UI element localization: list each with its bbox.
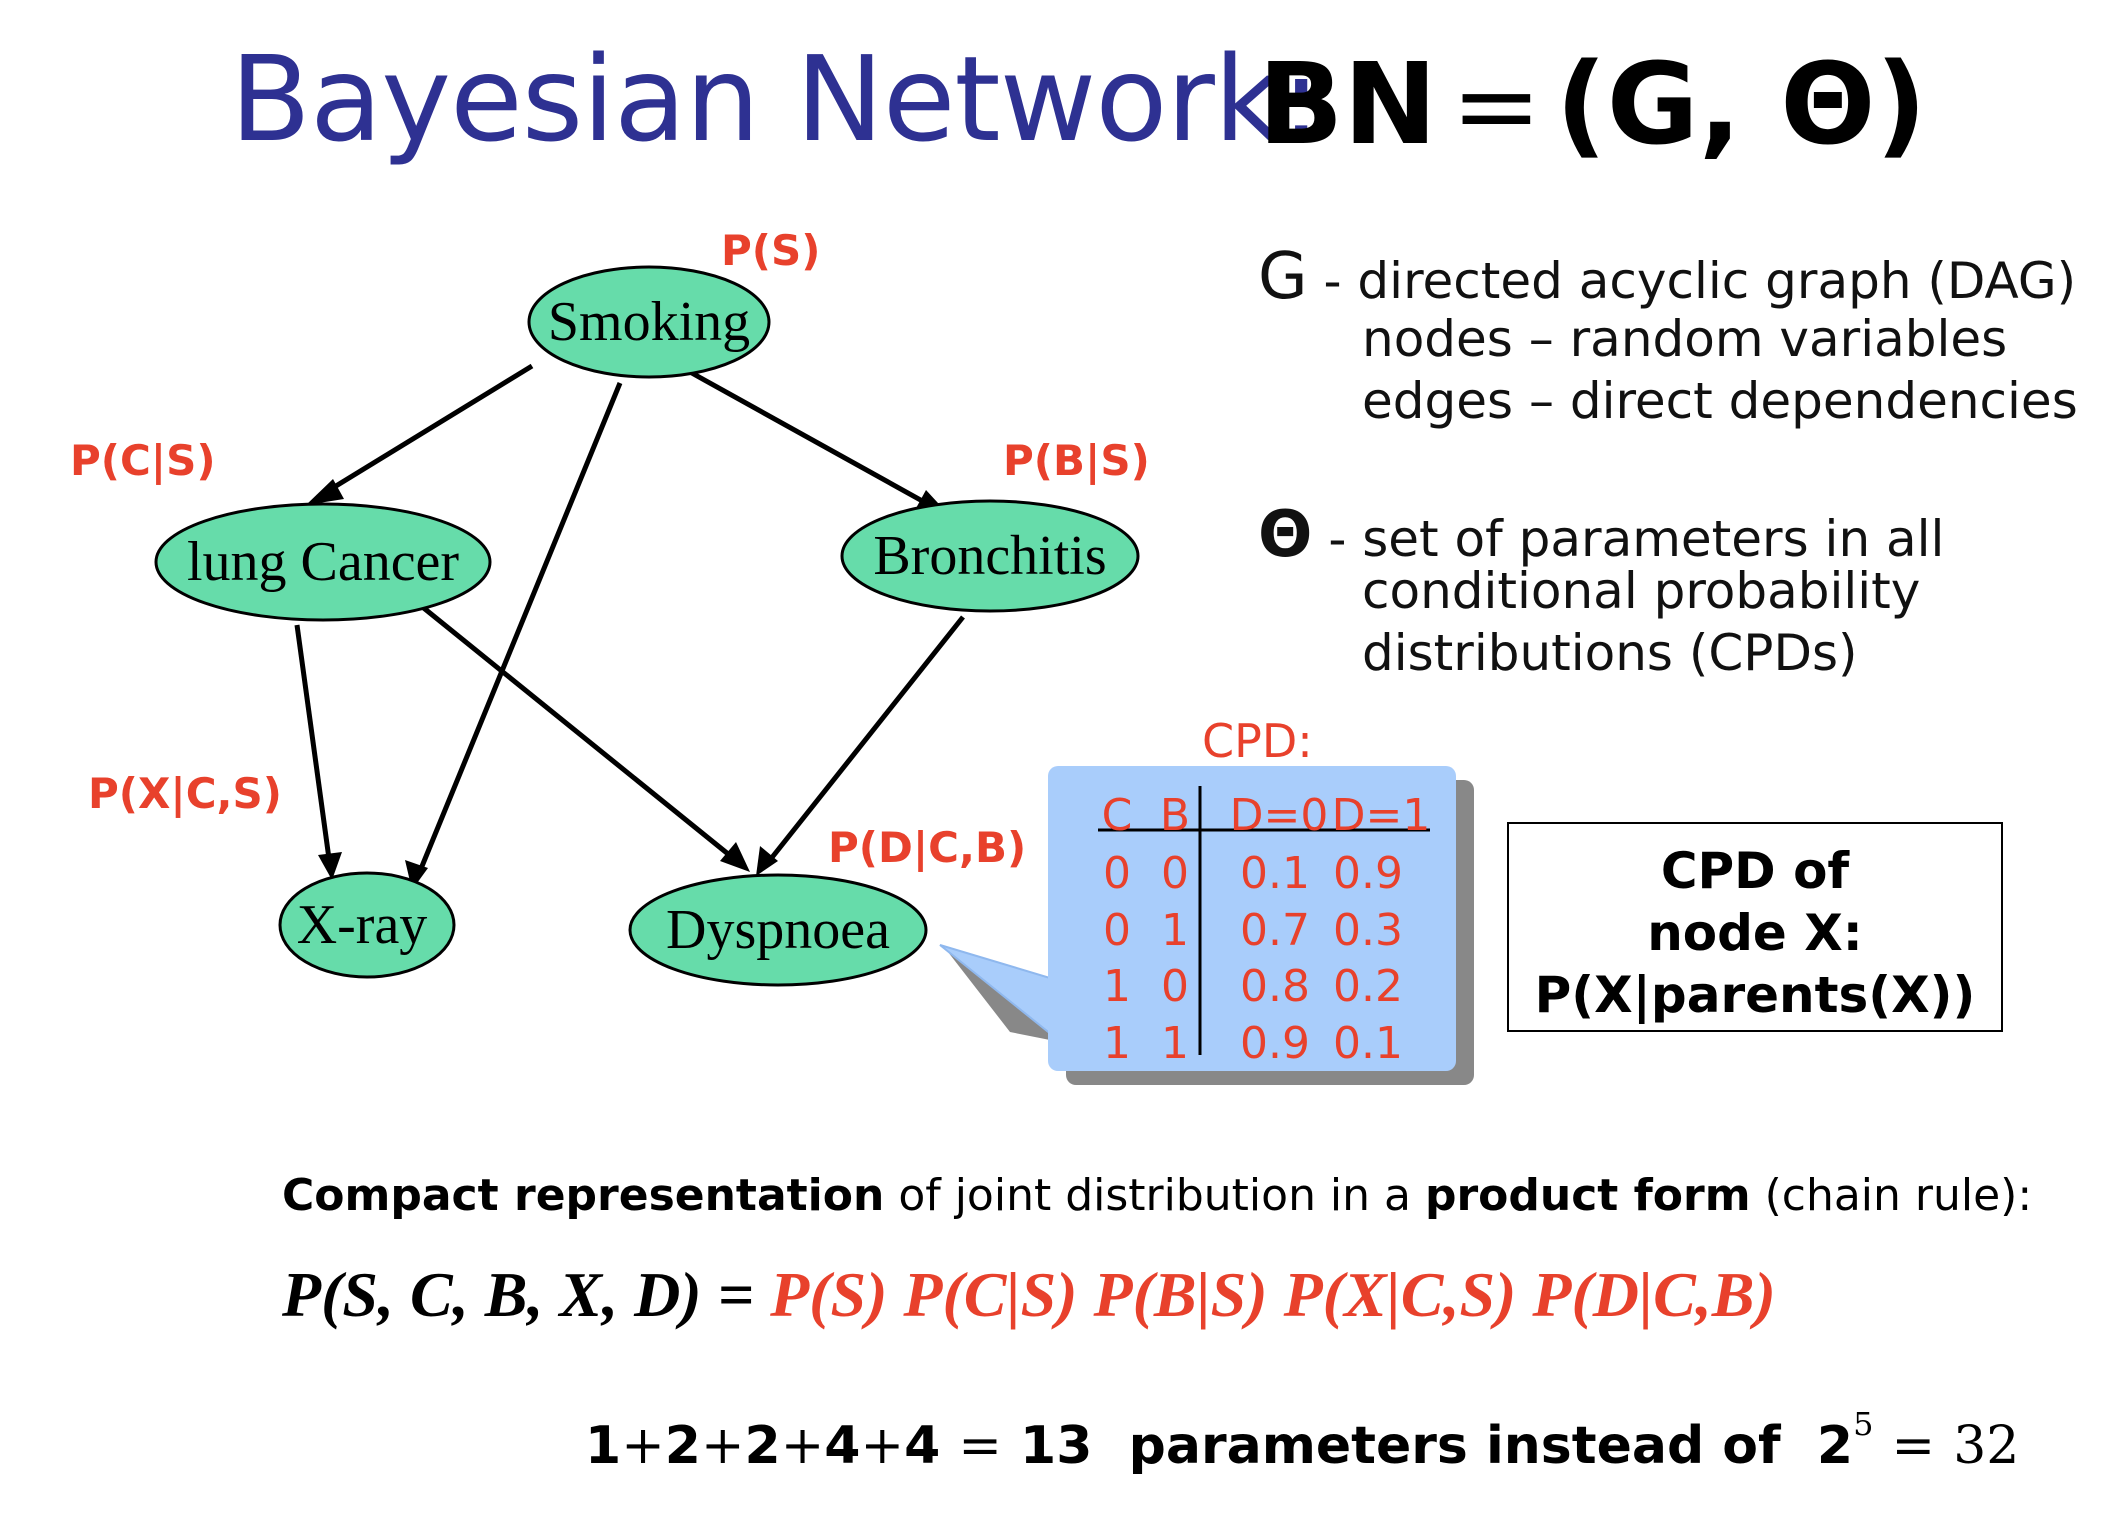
g-symbol: G — [1258, 240, 1308, 314]
theta-line-2: conditional probability — [1362, 562, 1921, 620]
node-label-smoking: Smoking — [548, 291, 750, 353]
theta-line-1: - set of parameters in all — [1328, 510, 1945, 568]
g-line-2: nodes – random variables — [1362, 310, 2008, 368]
count-full: 32 — [1953, 1416, 2020, 1476]
count-n3: 2 — [744, 1416, 781, 1476]
count-n2: 2 — [664, 1416, 701, 1476]
cpd-cell: 0 — [1103, 905, 1131, 956]
g-line-3: edges – direct dependencies — [1362, 372, 2078, 430]
prob-label-d-given-cb: P(D|C,B) — [828, 823, 1026, 872]
cpd-cell: 1 — [1103, 961, 1131, 1012]
cpd-cell: 1 — [1161, 1018, 1189, 1069]
node-label-bronchitis: Bronchitis — [873, 525, 1106, 587]
cpd-cell: 0.9 — [1333, 848, 1403, 899]
compact-end: (chain rule): — [1750, 1170, 2033, 1221]
node-label-dyspnoea: Dyspnoea — [666, 899, 890, 961]
joint-rhs: P(S) P(C|S) P(B|S) P(X|C,S) P(D|C,B) — [770, 1259, 1776, 1330]
cpd-header-d0: D=0 — [1230, 790, 1329, 841]
description-theta: Θ - set of parameters in all — [1258, 498, 1944, 572]
compact-representation-text: Compact representation of joint distribu… — [282, 1170, 2032, 1221]
cpd-cell: 0.7 — [1240, 905, 1310, 956]
cpd-header-c: C — [1102, 790, 1133, 841]
joint-lhs: P(S, C, B, X, D) — [282, 1259, 702, 1330]
joint-distribution-formula: P(S, C, B, X, D) = P(S) P(C|S) P(B|S) P(… — [282, 1258, 1776, 1332]
cpd-cell: 0 — [1161, 961, 1189, 1012]
cpd-header-d1: D=1 — [1332, 790, 1431, 841]
count-text: parameters instead of — [1128, 1416, 1781, 1476]
cpd-cell: 0.3 — [1333, 905, 1403, 956]
node-label-cancer: lung Cancer — [187, 531, 459, 593]
count-total: 13 — [1020, 1416, 1093, 1476]
prob-label-s: P(S) — [721, 226, 820, 275]
cpd-callout-tail — [939, 944, 1054, 1038]
cpd-cell: 0.2 — [1333, 961, 1403, 1012]
cpd-caption: CPD: — [1202, 714, 1313, 768]
cpd-cell: 1 — [1161, 905, 1189, 956]
node-label-xray: X-ray — [297, 894, 428, 956]
compact-bold-2: product form — [1424, 1170, 1751, 1221]
edge-cancer-xray — [294, 624, 333, 867]
count-plus: + — [860, 1416, 905, 1476]
count-n1: 1 — [585, 1416, 622, 1476]
theta-line-3: distributions (CPDs) — [1362, 624, 1858, 682]
count-plus: + — [780, 1416, 825, 1476]
count-plus: + — [700, 1416, 745, 1476]
compact-mid: of joint distribution in a — [884, 1170, 1425, 1221]
cpd-cell: 0.1 — [1333, 1018, 1403, 1069]
edge-smoking-cancer — [316, 363, 534, 500]
count-n4: 4 — [824, 1416, 861, 1476]
compact-bold-1: Compact representation — [282, 1170, 885, 1221]
cpd-header-b: B — [1160, 790, 1190, 841]
arrowhead-dyspnoea-from-cancer — [720, 842, 750, 872]
count-equals: = — [958, 1416, 1002, 1476]
description-g: G - directed acyclic graph (DAG) — [1258, 240, 2076, 314]
edge-smoking-bronchitis — [688, 369, 937, 511]
count-base: 2 — [1816, 1416, 1854, 1476]
cpd-node-x-box: CPD of node X: P(X|parents(X)) — [1507, 822, 2003, 1032]
cpd-cell: 0 — [1103, 848, 1131, 899]
cpd-box-line-2: node X: — [1647, 904, 1863, 962]
prob-label-x-given-cs: P(X|C,S) — [88, 769, 282, 818]
count-plus: + — [621, 1416, 665, 1476]
prob-label-b-given-s: P(B|S) — [1003, 436, 1150, 485]
cpd-cell: 1 — [1103, 1018, 1131, 1069]
joint-eq: = — [701, 1259, 771, 1330]
count-equals-2: = — [1891, 1416, 1936, 1476]
count-exponent: 5 — [1853, 1405, 1874, 1443]
cpd-cell: 0.9 — [1240, 1018, 1310, 1069]
g-line-1: - directed acyclic graph (DAG) — [1323, 252, 2077, 310]
cpd-cell: 0.8 — [1240, 961, 1310, 1012]
count-n5: 4 — [904, 1416, 941, 1476]
cpd-box-line-1: CPD of — [1660, 842, 1850, 900]
theta-symbol: Θ — [1258, 498, 1313, 572]
cpd-cell: 0 — [1161, 848, 1189, 899]
edge-cancer-dyspnoea — [418, 603, 740, 864]
parameter-count: 1+2+2+4+4 = 13 parameters instead of 25 … — [585, 1405, 2019, 1476]
prob-label-c-given-s: P(C|S) — [70, 436, 216, 485]
cpd-cell: 0.1 — [1240, 848, 1310, 899]
cpd-box-line-3: P(X|parents(X)) — [1534, 966, 1976, 1024]
